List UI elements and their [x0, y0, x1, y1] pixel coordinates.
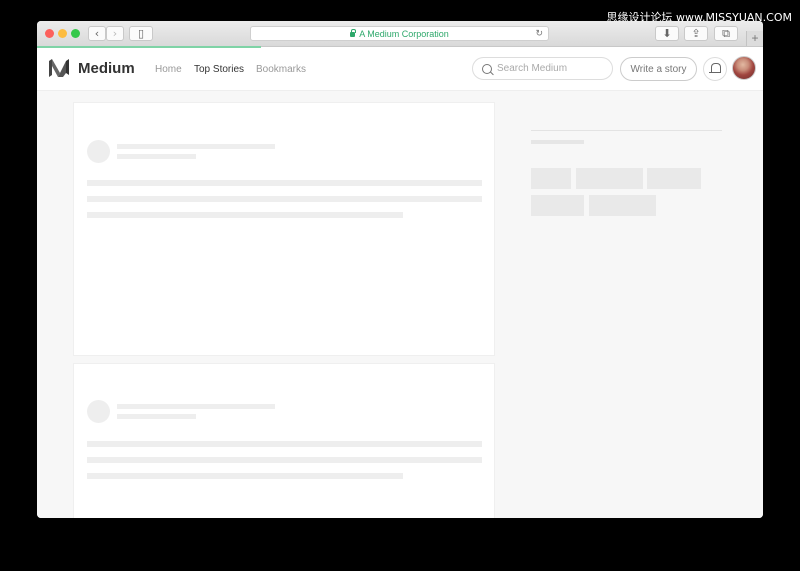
- sidebar-heading-placeholder: [531, 140, 584, 144]
- skeleton-line: [87, 473, 403, 479]
- browser-window: ‹ › ▯ A Medium Corporation ↻ ⬇ ⇪ ⧉ + Med…: [37, 21, 763, 518]
- skeleton-line: [117, 144, 275, 149]
- search-box[interactable]: [472, 57, 613, 80]
- avatar-placeholder: [87, 140, 110, 163]
- forward-button[interactable]: ›: [106, 26, 124, 41]
- story-card-placeholder: [73, 363, 495, 518]
- tabs-icon: ⧉: [722, 26, 730, 40]
- address-bar[interactable]: A Medium Corporation ↻: [250, 26, 549, 41]
- share-button[interactable]: ⇪: [684, 26, 708, 41]
- reload-icon[interactable]: ↻: [535, 28, 543, 39]
- skeleton-line: [87, 457, 482, 463]
- tag-placeholder: [531, 168, 571, 189]
- tag-placeholder: [576, 168, 643, 189]
- avatar-placeholder: [87, 400, 110, 423]
- search-icon: [482, 64, 492, 74]
- lock-icon: [350, 29, 356, 37]
- chevron-left-icon: ‹: [94, 27, 100, 40]
- plus-icon: +: [751, 31, 759, 45]
- write-story-button[interactable]: Write a story: [620, 57, 697, 81]
- minimize-window-button[interactable]: [58, 29, 67, 38]
- tag-placeholder: [647, 168, 701, 189]
- download-button[interactable]: ⬇: [655, 26, 679, 41]
- title-bar: ‹ › ▯ A Medium Corporation ↻ ⬇ ⇪ ⧉ +: [37, 21, 763, 47]
- bell-icon: [709, 63, 721, 73]
- nav-bookmarks-link[interactable]: Bookmarks: [256, 64, 306, 75]
- share-icon: ⇪: [691, 27, 701, 40]
- story-card-placeholder: [73, 102, 495, 356]
- main-content: [37, 91, 763, 518]
- close-window-button[interactable]: [45, 29, 54, 38]
- sidebar-divider: [531, 130, 722, 131]
- skeleton-line: [117, 414, 196, 419]
- tabs-button[interactable]: ⧉: [714, 26, 738, 41]
- skeleton-line: [87, 441, 482, 447]
- new-tab-button[interactable]: +: [746, 31, 763, 46]
- sidebar-toggle-button[interactable]: ▯: [129, 26, 153, 41]
- tag-placeholder: [531, 195, 584, 216]
- brand-name[interactable]: Medium: [78, 60, 135, 77]
- skeleton-line: [117, 154, 196, 159]
- skeleton-line: [117, 404, 275, 409]
- tag-placeholder: [589, 195, 656, 216]
- nav-top-stories-link[interactable]: Top Stories: [194, 64, 244, 75]
- notifications-button[interactable]: [703, 57, 727, 81]
- avatar[interactable]: [732, 56, 756, 80]
- zoom-window-button[interactable]: [71, 29, 80, 38]
- sidebar-icon: ▯: [137, 27, 145, 40]
- download-icon: ⬇: [662, 27, 672, 40]
- nav-home-link[interactable]: Home: [155, 64, 182, 75]
- medium-logo-icon[interactable]: [49, 59, 69, 77]
- search-input[interactable]: [497, 61, 607, 76]
- skeleton-line: [87, 212, 403, 218]
- skeleton-line: [87, 180, 482, 186]
- address-text: A Medium Corporation: [359, 28, 449, 39]
- skeleton-line: [87, 196, 482, 202]
- medium-navbar: Medium Home Top Stories Bookmarks Write …: [37, 48, 763, 91]
- back-button[interactable]: ‹: [88, 26, 106, 41]
- chevron-right-icon: ›: [112, 27, 118, 40]
